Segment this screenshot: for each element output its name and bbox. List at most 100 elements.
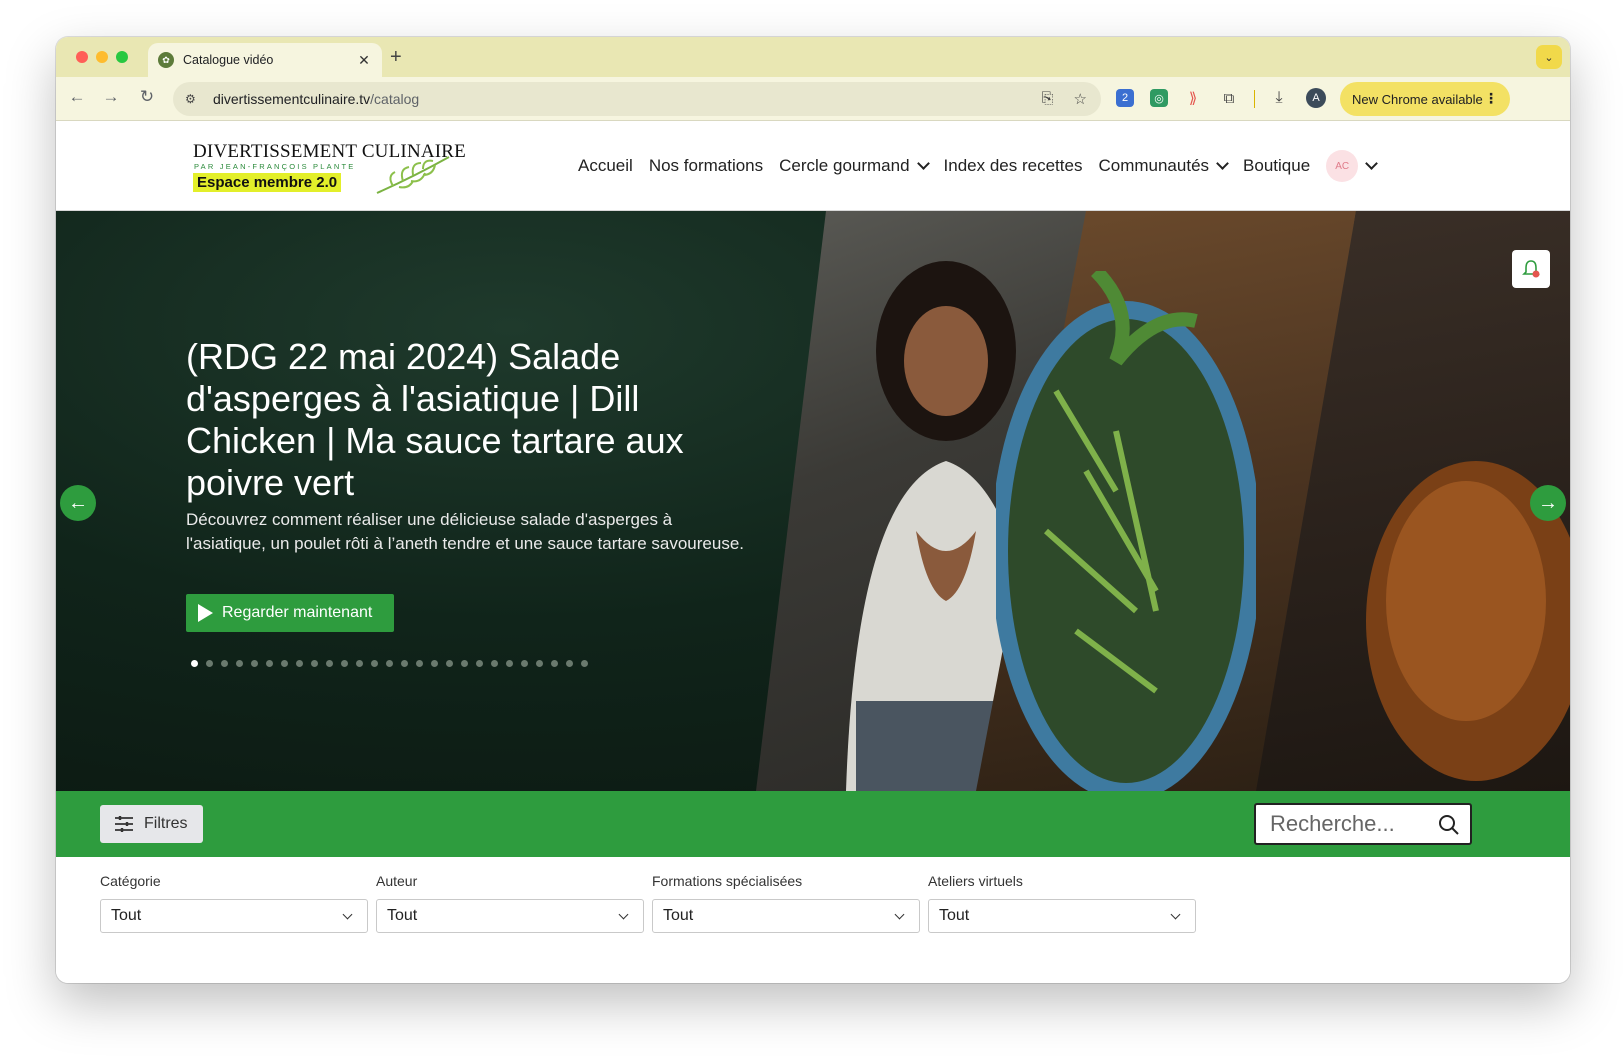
hero-title: (RDG 22 mai 2024) Salade d'asperges à l'… bbox=[186, 336, 684, 503]
translate-icon[interactable]: ⎘ bbox=[1042, 90, 1054, 108]
hero-text: (RDG 22 mai 2024) Salade d'asperges à l'… bbox=[186, 336, 746, 556]
new-tab-button[interactable]: + bbox=[390, 46, 402, 69]
main-navigation: Accueil Nos formations Cercle gourmand I… bbox=[578, 150, 1392, 182]
close-window-button[interactable] bbox=[76, 51, 88, 63]
nav-courses[interactable]: Nos formations bbox=[649, 156, 763, 176]
search-input[interactable] bbox=[1270, 811, 1430, 837]
nav-gourmet-circle[interactable]: Cercle gourmand bbox=[779, 156, 930, 176]
carousel-dot[interactable] bbox=[581, 660, 588, 667]
chevron-down-icon bbox=[1216, 157, 1229, 170]
carousel-dot[interactable] bbox=[371, 660, 378, 667]
address-bar[interactable]: ⚙ divertissementculinaire.tv/catalog ⎘ ☆ bbox=[173, 82, 1101, 116]
carousel-dot[interactable] bbox=[221, 660, 228, 667]
chrome-update-button[interactable]: New Chrome available ⋮ bbox=[1340, 82, 1510, 116]
carousel-dot[interactable] bbox=[476, 660, 483, 667]
tab-search-button[interactable]: ⌄ bbox=[1536, 45, 1562, 69]
virtual-workshops-filter: Ateliers virtuels Tout bbox=[928, 873, 1196, 933]
bell-icon bbox=[1522, 260, 1540, 278]
url-path: /catalog bbox=[370, 91, 420, 107]
leaf-icon bbox=[376, 156, 450, 194]
profile-avatar[interactable]: A bbox=[1306, 88, 1326, 108]
carousel-dot[interactable] bbox=[491, 660, 498, 667]
search-box[interactable] bbox=[1254, 803, 1472, 845]
back-icon[interactable]: ← bbox=[66, 87, 88, 107]
notifications-button[interactable] bbox=[1512, 250, 1550, 288]
nav-home[interactable]: Accueil bbox=[578, 156, 633, 176]
nav-communities[interactable]: Communautés bbox=[1098, 156, 1229, 176]
carousel-dot[interactable] bbox=[536, 660, 543, 667]
minimize-window-button[interactable] bbox=[96, 51, 108, 63]
carousel-dot[interactable] bbox=[521, 660, 528, 667]
carousel-dot[interactable] bbox=[356, 660, 363, 667]
bookmark-star-icon[interactable]: ☆ bbox=[1074, 90, 1087, 108]
chevron-down-icon[interactable] bbox=[1365, 157, 1379, 170]
carousel-dot[interactable] bbox=[326, 660, 333, 667]
filters-button[interactable]: Filtres bbox=[100, 805, 203, 843]
extensions-puzzle-icon[interactable]: ⧉ bbox=[1220, 89, 1238, 107]
carousel-dot[interactable] bbox=[281, 660, 288, 667]
download-icon[interactable]: ⤓ bbox=[1270, 89, 1288, 107]
virtual-workshops-select[interactable]: Tout bbox=[928, 899, 1196, 933]
tab-close-icon[interactable]: ✕ bbox=[356, 52, 372, 69]
chrome-menu-icon[interactable]: ⋮ bbox=[1484, 90, 1498, 107]
user-menu[interactable]: AC bbox=[1326, 150, 1379, 182]
extension-icon-2[interactable]: ◎ bbox=[1150, 89, 1168, 107]
browser-toolbar: ← → ↻ ⚙ divertissementculinaire.tv/catal… bbox=[56, 77, 1570, 121]
chevron-down-icon bbox=[916, 157, 930, 170]
carousel-dot[interactable] bbox=[416, 660, 423, 667]
carousel-dot[interactable] bbox=[296, 660, 303, 667]
carousel-dot[interactable] bbox=[311, 660, 318, 667]
carousel-prev-button[interactable]: ← bbox=[60, 485, 96, 521]
author-select-value: Tout bbox=[387, 907, 418, 924]
carousel-dot[interactable] bbox=[386, 660, 393, 667]
carousel-dot[interactable] bbox=[551, 660, 558, 667]
virtual-workshops-select-value: Tout bbox=[939, 907, 970, 924]
hero-description: Découvrez comment réaliser une délicieus… bbox=[186, 510, 744, 553]
site-logo[interactable]: DIVERTISSEMENT CULINAIRE PAR JEAN-FRANÇO… bbox=[193, 141, 466, 197]
extension-badge: 2 bbox=[1121, 92, 1129, 104]
reload-icon[interactable]: ↻ bbox=[136, 87, 158, 107]
carousel-dot[interactable] bbox=[566, 660, 573, 667]
carousel-dot[interactable] bbox=[266, 660, 273, 667]
carousel-dot[interactable] bbox=[191, 660, 198, 667]
carousel-indicators bbox=[191, 660, 588, 667]
carousel-dot[interactable] bbox=[431, 660, 438, 667]
extension-icon-1[interactable]: 2 bbox=[1116, 89, 1134, 107]
maximize-window-button[interactable] bbox=[116, 51, 128, 63]
carousel-dot[interactable] bbox=[506, 660, 513, 667]
carousel-dot[interactable] bbox=[236, 660, 243, 667]
watch-now-button[interactable]: Regarder maintenant bbox=[186, 594, 394, 632]
category-select-value: Tout bbox=[111, 907, 142, 924]
carousel-dot[interactable] bbox=[251, 660, 258, 667]
category-select[interactable]: Tout bbox=[100, 899, 368, 933]
play-icon bbox=[198, 604, 213, 622]
arrow-right-icon: → bbox=[1538, 491, 1558, 514]
salad-bowl-image bbox=[996, 271, 1256, 791]
arrow-left-icon: ← bbox=[68, 491, 88, 514]
site-settings-icon[interactable]: ⚙ bbox=[185, 92, 203, 106]
carousel-dot[interactable] bbox=[461, 660, 468, 667]
carousel-dot[interactable] bbox=[401, 660, 408, 667]
chevron-down-icon bbox=[1170, 909, 1181, 920]
browser-tab[interactable]: ✿ Catalogue vidéo ✕ bbox=[148, 43, 382, 77]
user-avatar[interactable]: AC bbox=[1326, 150, 1359, 182]
nav-shop-label: Boutique bbox=[1243, 156, 1311, 175]
logo-badge: Espace membre 2.0 bbox=[193, 173, 342, 192]
carousel-dot[interactable] bbox=[206, 660, 213, 667]
carousel-dot[interactable] bbox=[341, 660, 348, 667]
nav-shop[interactable]: Boutique bbox=[1243, 156, 1310, 176]
nav-recipes-index[interactable]: Index des recettes bbox=[944, 156, 1083, 176]
author-filter: Auteur Tout bbox=[376, 873, 644, 933]
carousel-dot[interactable] bbox=[446, 660, 453, 667]
carousel-next-button[interactable]: → bbox=[1530, 485, 1566, 521]
specialized-courses-select[interactable]: Tout bbox=[652, 899, 920, 933]
filter-dropdowns: Catégorie Tout Auteur Tout Formations sp… bbox=[56, 857, 1570, 983]
forward-icon[interactable]: → bbox=[100, 87, 122, 107]
extension-icon-3[interactable]: ⟫ bbox=[1184, 89, 1202, 107]
site-header: DIVERTISSEMENT CULINAIRE PAR JEAN-FRANÇO… bbox=[56, 121, 1570, 211]
author-select[interactable]: Tout bbox=[376, 899, 644, 933]
nav-courses-label: Nos formations bbox=[648, 156, 764, 175]
category-filter: Catégorie Tout bbox=[100, 873, 368, 933]
nav-recipes-index-label: Index des recettes bbox=[943, 156, 1083, 175]
search-icon[interactable] bbox=[1438, 814, 1460, 836]
